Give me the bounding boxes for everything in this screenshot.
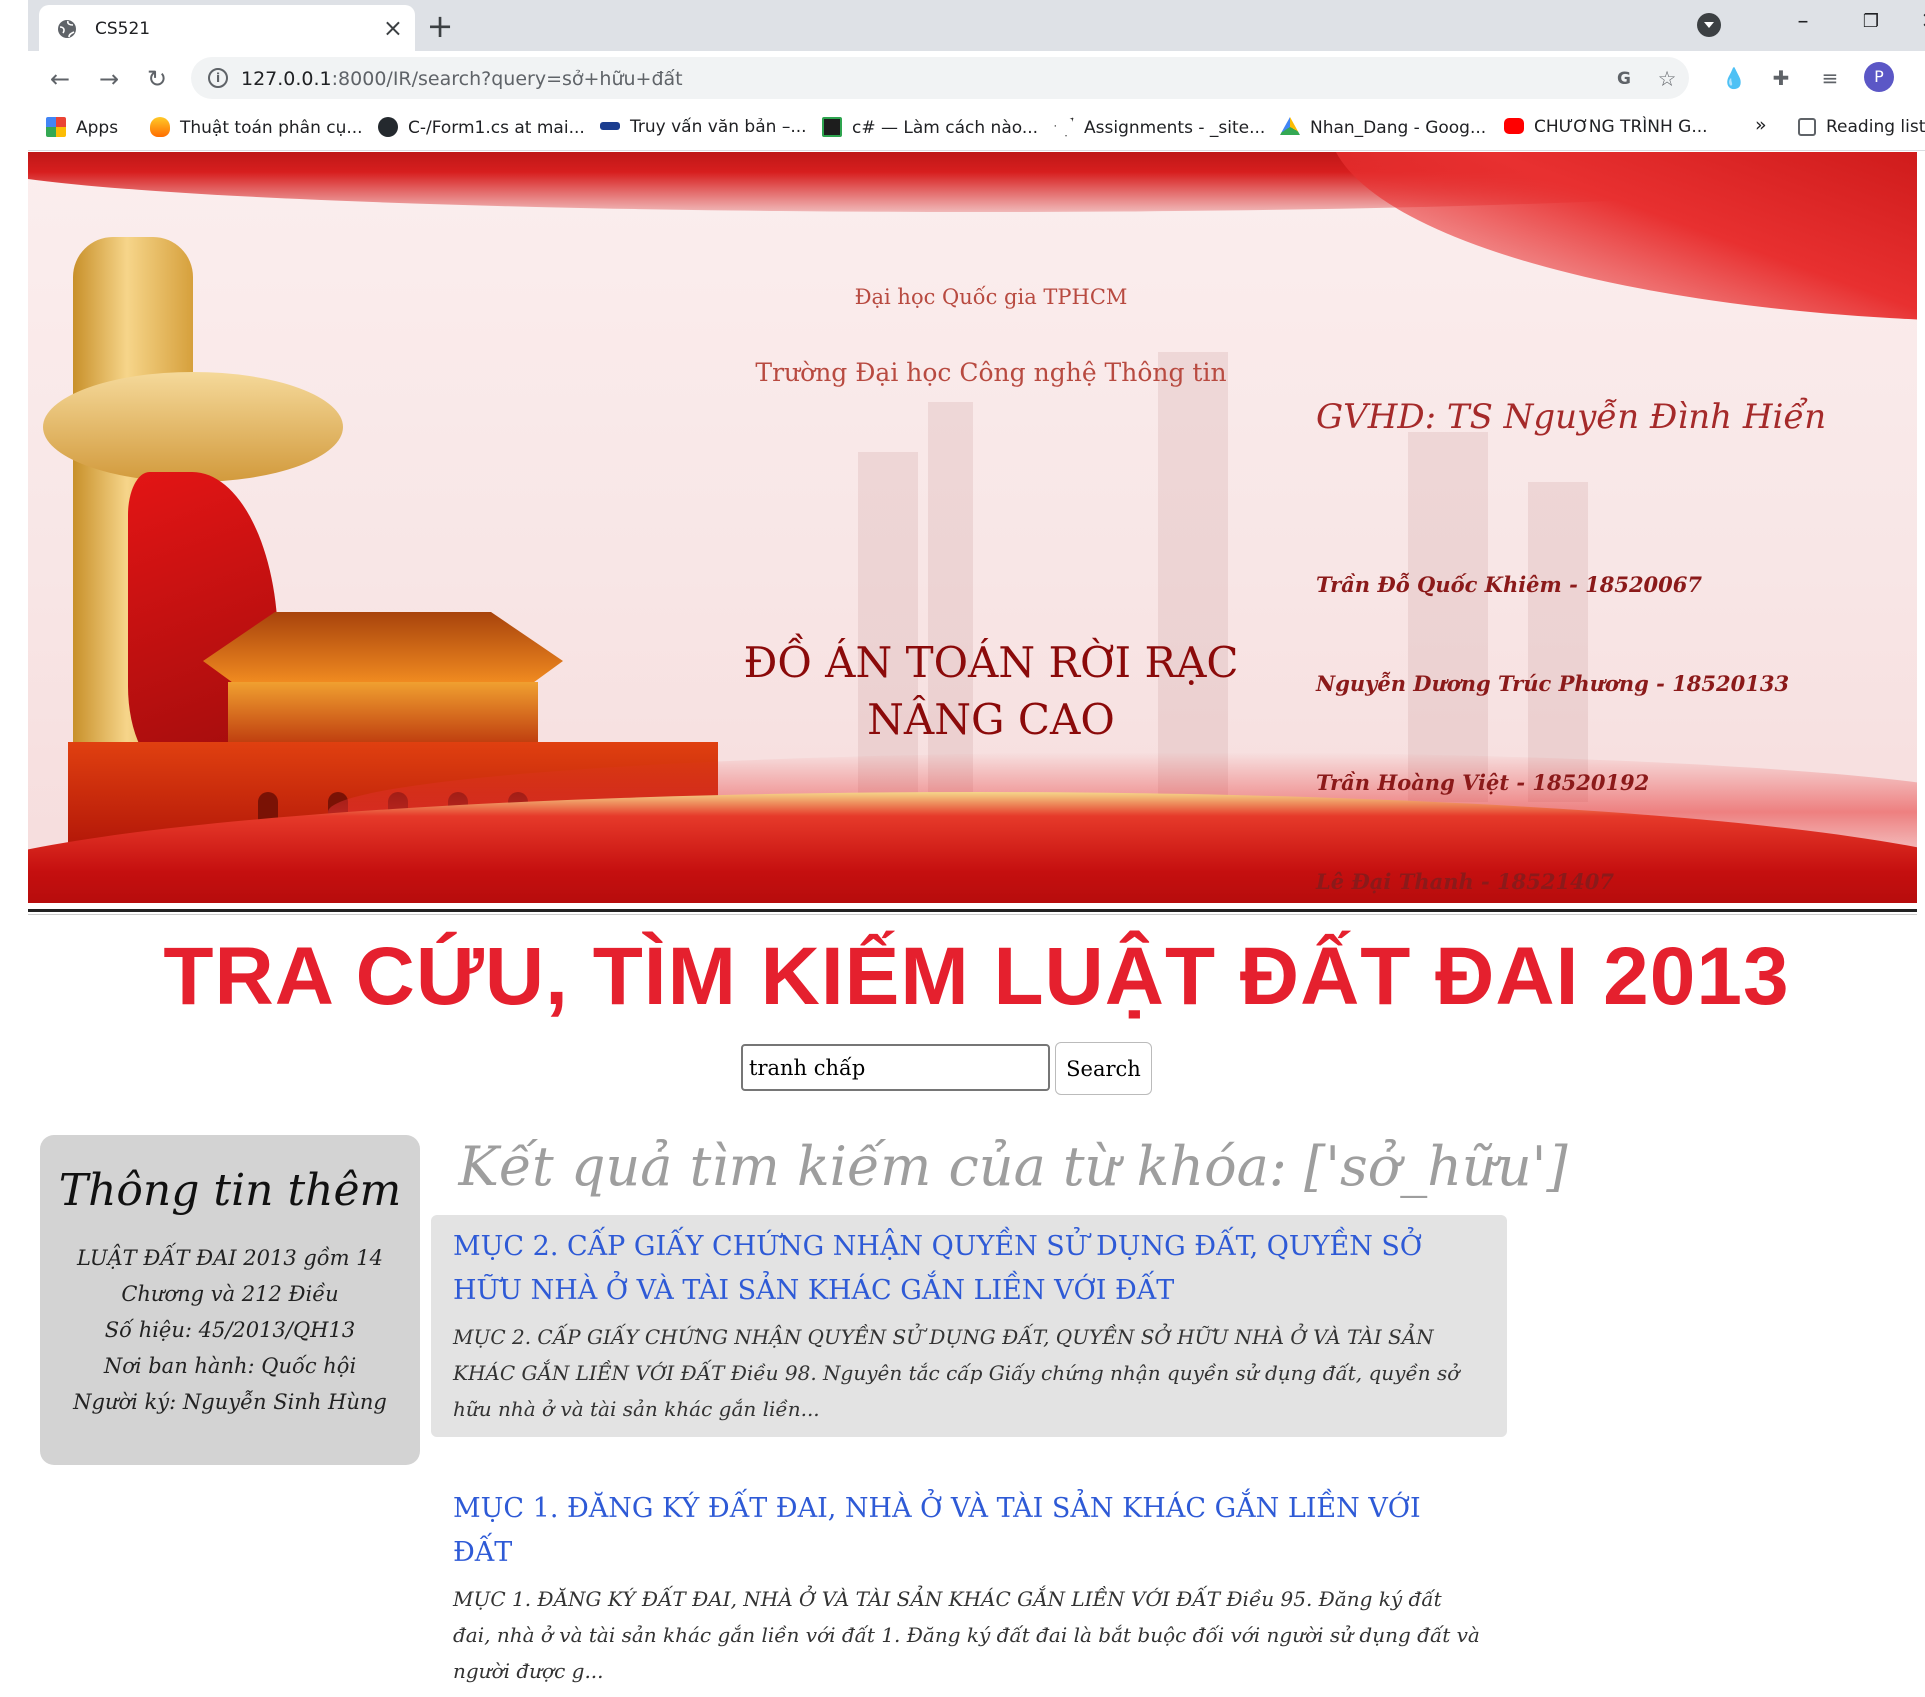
url-host: 127.0.0.1 [241, 68, 332, 90]
sidebar-line: Nơi ban hành: Quốc hội [103, 1354, 357, 1378]
reload-button[interactable]: ↻ [139, 61, 175, 97]
youtube-icon [1504, 118, 1524, 134]
bookmark-label: c# — Làm cách nào... [852, 118, 1039, 138]
bookmark-item[interactable]: Truy vấn văn bản –... [600, 117, 807, 137]
page-title: TRA CỨU, TÌM KIẾM LUẬT ĐẤT ĐAI 2013 [163, 931, 1790, 1022]
pillar-cap-illustration [43, 372, 343, 482]
sidebar-line: LUẬT ĐẤT ĐAI 2013 gồm 14 [77, 1246, 383, 1270]
bookmark-label: CHƯƠNG TRÌNH G... [1534, 117, 1708, 137]
key-icon [600, 122, 620, 130]
university-name: Đại học Quốc gia TPHCM [854, 285, 1128, 309]
bookmark-item[interactable]: Nhan_Dang - Goog... [1280, 117, 1486, 138]
site-info-icon[interactable]: i [208, 68, 228, 88]
fire-icon [150, 117, 170, 137]
translate-icon[interactable]: G [1611, 66, 1637, 92]
skyline-decoration [1408, 432, 1488, 802]
tab-search-icon[interactable] [1697, 13, 1721, 37]
member-name: Trần Hoàng Việt - 18520192 [1316, 770, 1650, 795]
forward-button[interactable]: → [91, 61, 127, 97]
project-title: ĐỒ ÁN TOÁN RỜI RẠC NÂNG CAO [743, 638, 1239, 744]
title-bar: CS521 × + – ❐ ✕ [28, 0, 1925, 51]
sidebar-line: Chương và 212 Điều [121, 1282, 339, 1306]
sidebar-title: Thông tin thêm [58, 1165, 402, 1216]
restore-button[interactable]: ❐ [1841, 4, 1901, 40]
bookmark-item[interactable]: C-/Form1.cs at mai... [378, 117, 585, 138]
bookmark-label: Thuật toán phân cụ... [180, 118, 363, 138]
browser-tab[interactable]: CS521 × [39, 5, 415, 51]
results-heading: Kết quả tìm kiếm của từ khóa: ['sở_hữu'] [458, 1135, 1568, 1198]
sidebar-line: Số hiệu: 45/2013/QH13 [104, 1318, 356, 1342]
info-sidebar: Thông tin thêm LUẬT ĐẤT ĐAI 2013 gồm 14 … [40, 1135, 420, 1465]
tab-title: CS521 [95, 19, 151, 39]
result-title-link[interactable]: MỤC 1. ĐĂNG KÝ ĐẤT ĐAI, NHÀ Ở VÀ TÀI SẢN… [453, 1487, 1485, 1575]
star-icon[interactable]: ☆ [1654, 66, 1680, 92]
address-bar[interactable]: i 127.0.0.1:8000/IR/search?query=sở+hữu+… [191, 57, 1689, 99]
bookmark-label: Apps [76, 118, 119, 138]
member-name: Nguyễn Dương Trúc Phương - 18520133 [1316, 671, 1790, 696]
send-icon [1054, 117, 1074, 137]
school-name: Trường Đại học Công nghệ Thông tin [755, 358, 1227, 387]
close-window-button[interactable]: ✕ [1900, 4, 1925, 40]
search-input[interactable] [741, 1044, 1050, 1091]
github-icon [378, 117, 398, 137]
reading-list-button[interactable]: Reading list [1798, 117, 1925, 137]
reading-list-icon [1798, 118, 1816, 136]
bookmark-item[interactable]: CHƯƠNG TRÌNH G... [1504, 117, 1708, 137]
top-ribbon-decoration [1328, 152, 1917, 322]
skyline-decoration [1528, 482, 1588, 802]
member-name: Lê Đại Thanh - 18521407 [1316, 869, 1614, 894]
bookmark-label: C-/Form1.cs at mai... [408, 118, 585, 138]
bookmark-item[interactable]: Thuật toán phân cụ... [150, 117, 363, 138]
apps-grid-icon [46, 117, 66, 137]
url-path: :8000/IR/search?query=sở+hữu+đất [331, 68, 683, 90]
browser-window: CS521 × + – ❐ ✕ ← → ↻ i 127.0.0.1:8000/I… [28, 0, 1925, 1697]
bookmark-apps[interactable]: Apps [46, 117, 118, 138]
search-button[interactable]: Search [1055, 1042, 1152, 1095]
gate-illustration [228, 682, 538, 742]
extensions-puzzle-icon[interactable]: ✚ [1766, 63, 1796, 93]
profile-avatar[interactable]: P [1864, 62, 1894, 92]
search-result: MỤC 2. CẤP GIẤY CHỨNG NHẬN QUYỀN SỬ DỤNG… [431, 1215, 1507, 1437]
code-icon [822, 117, 842, 137]
toolbar: ← → ↻ i 127.0.0.1:8000/IR/search?query=s… [28, 51, 1925, 105]
bookmark-label: Truy vấn văn bản –... [630, 117, 807, 137]
result-snippet: MỤC 2. CẤP GIẤY CHỨNG NHẬN QUYỀN SỬ DỤNG… [453, 1325, 1460, 1421]
member-name: Trần Đỗ Quốc Khiêm - 18520067 [1316, 572, 1702, 597]
bookmark-label: Assignments - _site... [1084, 118, 1266, 138]
sidebar-line: Người ký: Nguyễn Sinh Hùng [73, 1390, 387, 1414]
bookmark-label: Nhan_Dang - Goog... [1310, 118, 1487, 138]
search-result: MỤC 1. ĐĂNG KÝ ĐẤT ĐAI, NHÀ Ở VÀ TÀI SẢN… [431, 1477, 1507, 1697]
new-tab-button[interactable]: + [420, 6, 460, 46]
url-text[interactable]: 127.0.0.1:8000/IR/search?query=sở+hữu+đấ… [241, 68, 683, 90]
minimize-button[interactable]: – [1773, 4, 1833, 40]
skyline-decoration [858, 452, 918, 802]
dropper-extension-icon[interactable]: 💧 [1719, 63, 1749, 93]
header-banner: Đại học Quốc gia TPHCM Trường Đại học Cô… [28, 152, 1917, 903]
back-button[interactable]: ← [42, 61, 78, 97]
close-tab-icon[interactable]: × [383, 14, 403, 42]
result-title-link[interactable]: MỤC 2. CẤP GIẤY CHỨNG NHẬN QUYỀN SỬ DỤNG… [453, 1225, 1485, 1313]
advisor-name: GVHD: TS Nguyễn Đình Hiển [1316, 397, 1827, 437]
bookmarks-more-button[interactable]: » [1755, 114, 1767, 136]
media-control-icon[interactable]: ≡ [1815, 63, 1845, 93]
bookmark-item[interactable]: c# — Làm cách nào... [822, 117, 1038, 138]
divider [28, 909, 1917, 912]
page-content: Đại học Quốc gia TPHCM Trường Đại học Cô… [28, 152, 1925, 1697]
bookmarks-bar: Apps Thuật toán phân cụ... C-/Form1.cs a… [28, 105, 1925, 151]
reading-list-label: Reading list [1826, 117, 1925, 137]
globe-icon [58, 20, 76, 38]
divider [28, 914, 1917, 915]
drive-icon [1280, 117, 1300, 135]
result-snippet: MỤC 1. ĐĂNG KÝ ĐẤT ĐAI, NHÀ Ở VÀ TÀI SẢN… [453, 1587, 1480, 1683]
bookmark-item[interactable]: Assignments - _site... [1054, 117, 1265, 138]
